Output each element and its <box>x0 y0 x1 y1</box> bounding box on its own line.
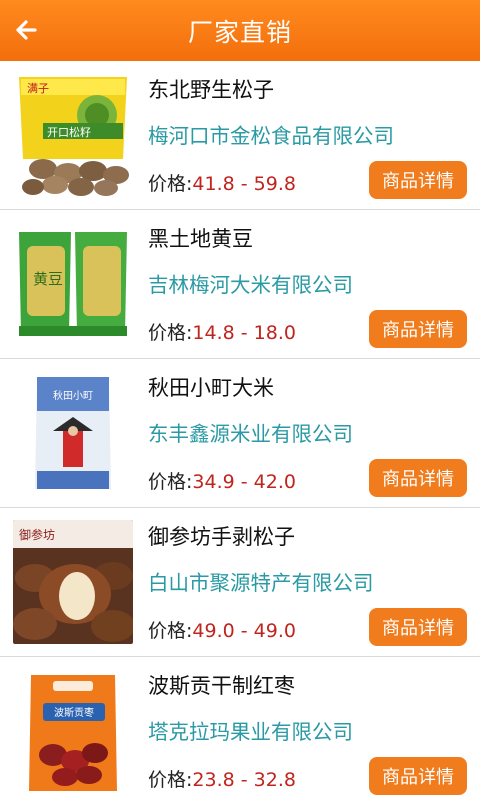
price-row: 价格:23.8 - 32.8 <box>148 765 296 792</box>
product-detail-button[interactable]: 商品详情 <box>369 161 467 199</box>
product-item[interactable]: 黄豆 黑土地黄豆 吉林梅河大米有限公司 价格:14.8 - 18.0 商品详情 <box>0 210 480 359</box>
price-value: 23.8 - 32.8 <box>192 769 296 791</box>
product-detail-button[interactable]: 商品详情 <box>369 608 467 646</box>
product-company: 梅河口市金松食品有限公司 <box>148 124 394 148</box>
product-item[interactable]: 御参坊 御参坊手剥松子 白山市聚源特产有限公司 价格:49.0 - 49.0 商… <box>0 508 480 657</box>
product-company: 塔克拉玛果业有限公司 <box>148 720 353 744</box>
product-name: 波斯贡干制红枣 <box>148 674 295 698</box>
price-label: 价格: <box>148 620 193 642</box>
package-label-text: 秋田小町 <box>53 389 93 402</box>
price-label: 价格: <box>148 471 193 493</box>
price-row: 价格:41.8 - 59.8 <box>148 169 296 196</box>
product-name: 秋田小町大米 <box>148 376 274 400</box>
product-item[interactable]: 波斯贡枣 波斯贡干制红枣 塔克拉玛果业有限公司 价格:23.8 - 32.8 商… <box>0 657 480 800</box>
arrow-left-icon <box>16 20 37 40</box>
price-row: 价格:49.0 - 49.0 <box>148 616 296 643</box>
brand-text: 满子 <box>27 82 49 95</box>
product-image: 秋田小町 <box>13 371 133 495</box>
product-company: 吉林梅河大米有限公司 <box>148 273 353 297</box>
product-item[interactable]: 满子 开口松籽 东北野生松子 梅河口市金松食品有限公司 价格:41.8 - 59… <box>0 61 480 210</box>
product-item[interactable]: 秋田小町 秋田小町大米 东丰鑫源米业有限公司 价格:34.9 - 42.0 商品… <box>0 359 480 508</box>
product-detail-button[interactable]: 商品详情 <box>369 757 467 795</box>
package-label-text: 开口松籽 <box>47 125 91 139</box>
product-image: 满子 开口松籽 <box>13 73 133 197</box>
price-value: 49.0 - 49.0 <box>192 620 296 642</box>
price-row: 价格:14.8 - 18.0 <box>148 318 296 345</box>
product-list[interactable]: 满子 开口松籽 东北野生松子 梅河口市金松食品有限公司 价格:41.8 - 59… <box>0 61 480 800</box>
product-detail-button[interactable]: 商品详情 <box>369 310 467 348</box>
brand-text: 御参坊 <box>19 527 55 542</box>
package-label-text: 波斯贡枣 <box>54 706 94 719</box>
product-image: 波斯贡枣 <box>13 669 133 793</box>
package-label-text: 黄豆 <box>33 270 63 288</box>
product-name: 东北野生松子 <box>148 78 274 102</box>
price-row: 价格:34.9 - 42.0 <box>148 467 296 494</box>
price-value: 34.9 - 42.0 <box>192 471 296 493</box>
app-header: 厂家直销 <box>0 0 480 61</box>
product-name: 御参坊手剥松子 <box>148 525 295 549</box>
product-image: 御参坊 <box>13 520 133 644</box>
product-company: 东丰鑫源米业有限公司 <box>148 422 353 446</box>
back-button[interactable] <box>6 10 46 50</box>
product-company: 白山市聚源特产有限公司 <box>148 571 374 595</box>
page-title: 厂家直销 <box>187 17 292 47</box>
product-detail-button[interactable]: 商品详情 <box>369 459 467 497</box>
price-label: 价格: <box>148 769 193 791</box>
price-value: 14.8 - 18.0 <box>192 322 296 344</box>
product-image: 黄豆 <box>13 222 133 346</box>
price-label: 价格: <box>148 173 193 195</box>
price-value: 41.8 - 59.8 <box>192 173 296 195</box>
product-name: 黑土地黄豆 <box>148 227 253 251</box>
price-label: 价格: <box>148 322 193 344</box>
